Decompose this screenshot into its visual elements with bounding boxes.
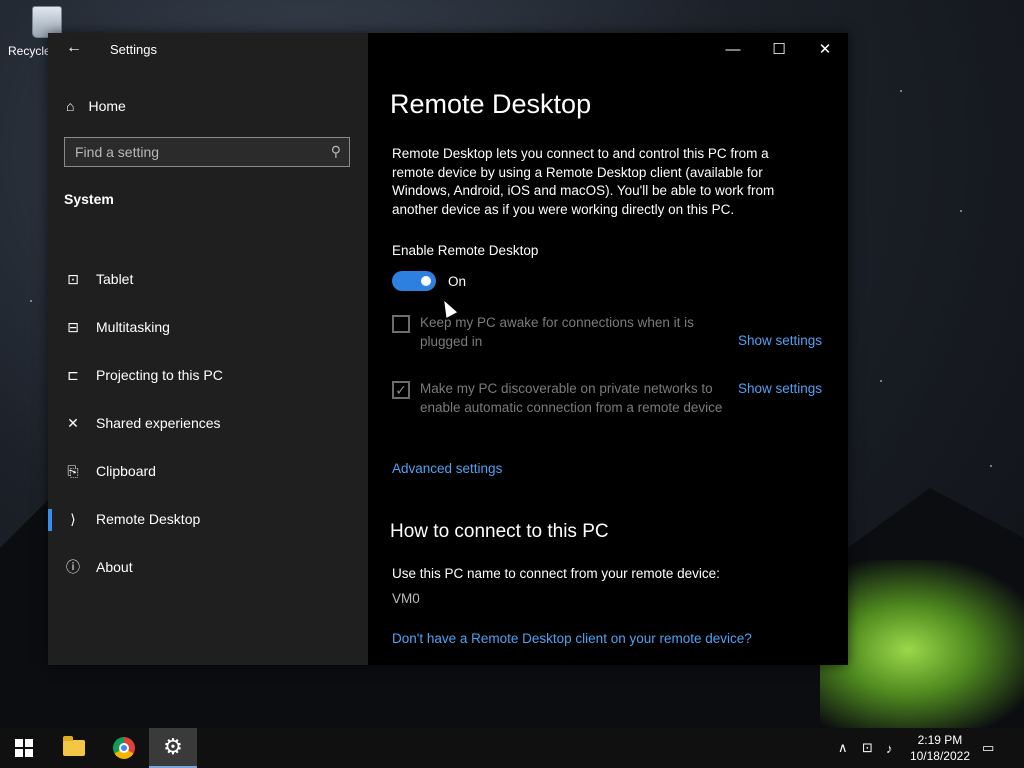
sidebar-item-multitasking[interactable]: ⊟ Multitasking [48, 303, 368, 351]
enable-remote-desktop-toggle[interactable] [392, 271, 436, 291]
search-placeholder: Find a setting [75, 144, 160, 160]
star [960, 210, 962, 212]
show-settings-link-2[interactable]: Show settings [738, 381, 822, 396]
section-label: System [64, 191, 114, 207]
gear-icon: ⚙ [163, 734, 183, 759]
keep-awake-label: Keep my PC awake for connections when it… [420, 315, 694, 349]
sidebar-item-label: Shared experiences [96, 415, 221, 431]
back-button[interactable]: ← [64, 39, 84, 57]
remote-desktop-icon: ⟩ [70, 510, 76, 527]
home-label: Home [88, 98, 126, 114]
advanced-settings-link[interactable]: Advanced settings [392, 461, 502, 476]
settings-content: — ☐ ✕ Remote Desktop Remote Desktop lets… [368, 33, 848, 665]
settings-sidebar: ← Settings ⌂ Home Find a setting ⚲ Syste… [48, 33, 368, 665]
star [30, 300, 32, 302]
chrome-icon [113, 737, 135, 759]
star [880, 380, 882, 382]
window-title: Settings [110, 42, 157, 57]
enable-label: Enable Remote Desktop [392, 243, 539, 258]
clipboard-icon: ⎘ [67, 462, 79, 479]
taskbar: ⚙ ∧ ⊡ ♪ 2:19 PM 10/18/2022 ▭ [0, 728, 1024, 768]
sidebar-nav: ⊡ Tablet ⊟ Multitasking ⊏ Projecting to … [48, 255, 368, 591]
page-description: Remote Desktop lets you connect to and c… [392, 146, 775, 217]
sidebar-item-label: About [96, 559, 133, 575]
projecting-icon: ⊏ [67, 366, 79, 383]
notification-icon[interactable]: ▭ [982, 728, 994, 768]
chrome-button[interactable] [100, 728, 148, 768]
sidebar-item-shared-experiences[interactable]: ✕ Shared experiences [48, 399, 368, 447]
sidebar-item-projecting[interactable]: ⊏ Projecting to this PC [48, 351, 368, 399]
tray-chevron-up-icon[interactable]: ∧ [838, 728, 848, 768]
tent-glow [820, 560, 1024, 740]
settings-window: ← Settings ⌂ Home Find a setting ⚲ Syste… [48, 33, 848, 665]
page-title: Remote Desktop [390, 89, 592, 119]
search-icon: ⚲ [330, 143, 341, 159]
shared-experiences-icon: ✕ [67, 414, 79, 431]
tablet-icon: ⊡ [67, 270, 79, 287]
sidebar-item-label: Clipboard [96, 463, 156, 479]
start-button[interactable] [0, 728, 48, 768]
clock-time: 2:19 PM [917, 733, 963, 747]
about-icon: ⓘ [66, 559, 80, 575]
keep-awake-checkbox[interactable] [392, 315, 410, 333]
how-to-connect-heading: How to connect to this PC [390, 521, 609, 542]
settings-taskbar-button[interactable]: ⚙ [149, 728, 197, 768]
windows-logo-icon [15, 739, 33, 757]
discoverable-checkbox[interactable]: ✓ [392, 381, 410, 399]
multitasking-icon: ⊟ [67, 318, 79, 335]
sidebar-item-about[interactable]: ⓘ About [48, 543, 368, 591]
toggle-knob [421, 276, 431, 286]
sidebar-item-label: Multitasking [96, 319, 170, 335]
get-client-link[interactable]: Don't have a Remote Desktop client on yo… [392, 631, 752, 646]
search-input[interactable]: Find a setting ⚲ [64, 137, 350, 167]
star [900, 90, 902, 92]
sidebar-item-label: Remote Desktop [96, 511, 201, 527]
network-icon[interactable]: ⊡ [862, 728, 873, 768]
maximize-button[interactable]: ☐ [756, 33, 802, 65]
discoverable-label: Make my PC discoverable on private netwo… [420, 381, 723, 415]
home-icon: ⌂ [66, 98, 75, 114]
toggle-state-label: On [448, 274, 467, 289]
home-link[interactable]: ⌂ Home [66, 93, 126, 119]
minimize-button[interactable]: — [710, 33, 756, 65]
sidebar-item-label: Tablet [96, 271, 134, 287]
close-button[interactable]: ✕ [802, 33, 848, 65]
sidebar-item-clipboard[interactable]: ⎘ Clipboard [48, 447, 368, 495]
volume-icon[interactable]: ♪ [886, 728, 893, 768]
sidebar-item-label: Projecting to this PC [96, 367, 223, 383]
clock[interactable]: 2:19 PM 10/18/2022 [910, 732, 970, 764]
clock-date: 10/18/2022 [909, 749, 970, 763]
sidebar-item-remote-desktop[interactable]: ⟩ Remote Desktop [48, 495, 368, 543]
show-settings-link-1[interactable]: Show settings [738, 333, 822, 348]
sidebar-item-tablet[interactable]: ⊡ Tablet [48, 255, 368, 303]
how-to-connect-text: Use this PC name to connect from your re… [392, 566, 720, 581]
folder-icon [63, 736, 85, 756]
pc-name: VM0 [392, 591, 420, 606]
file-explorer-button[interactable] [50, 728, 98, 768]
